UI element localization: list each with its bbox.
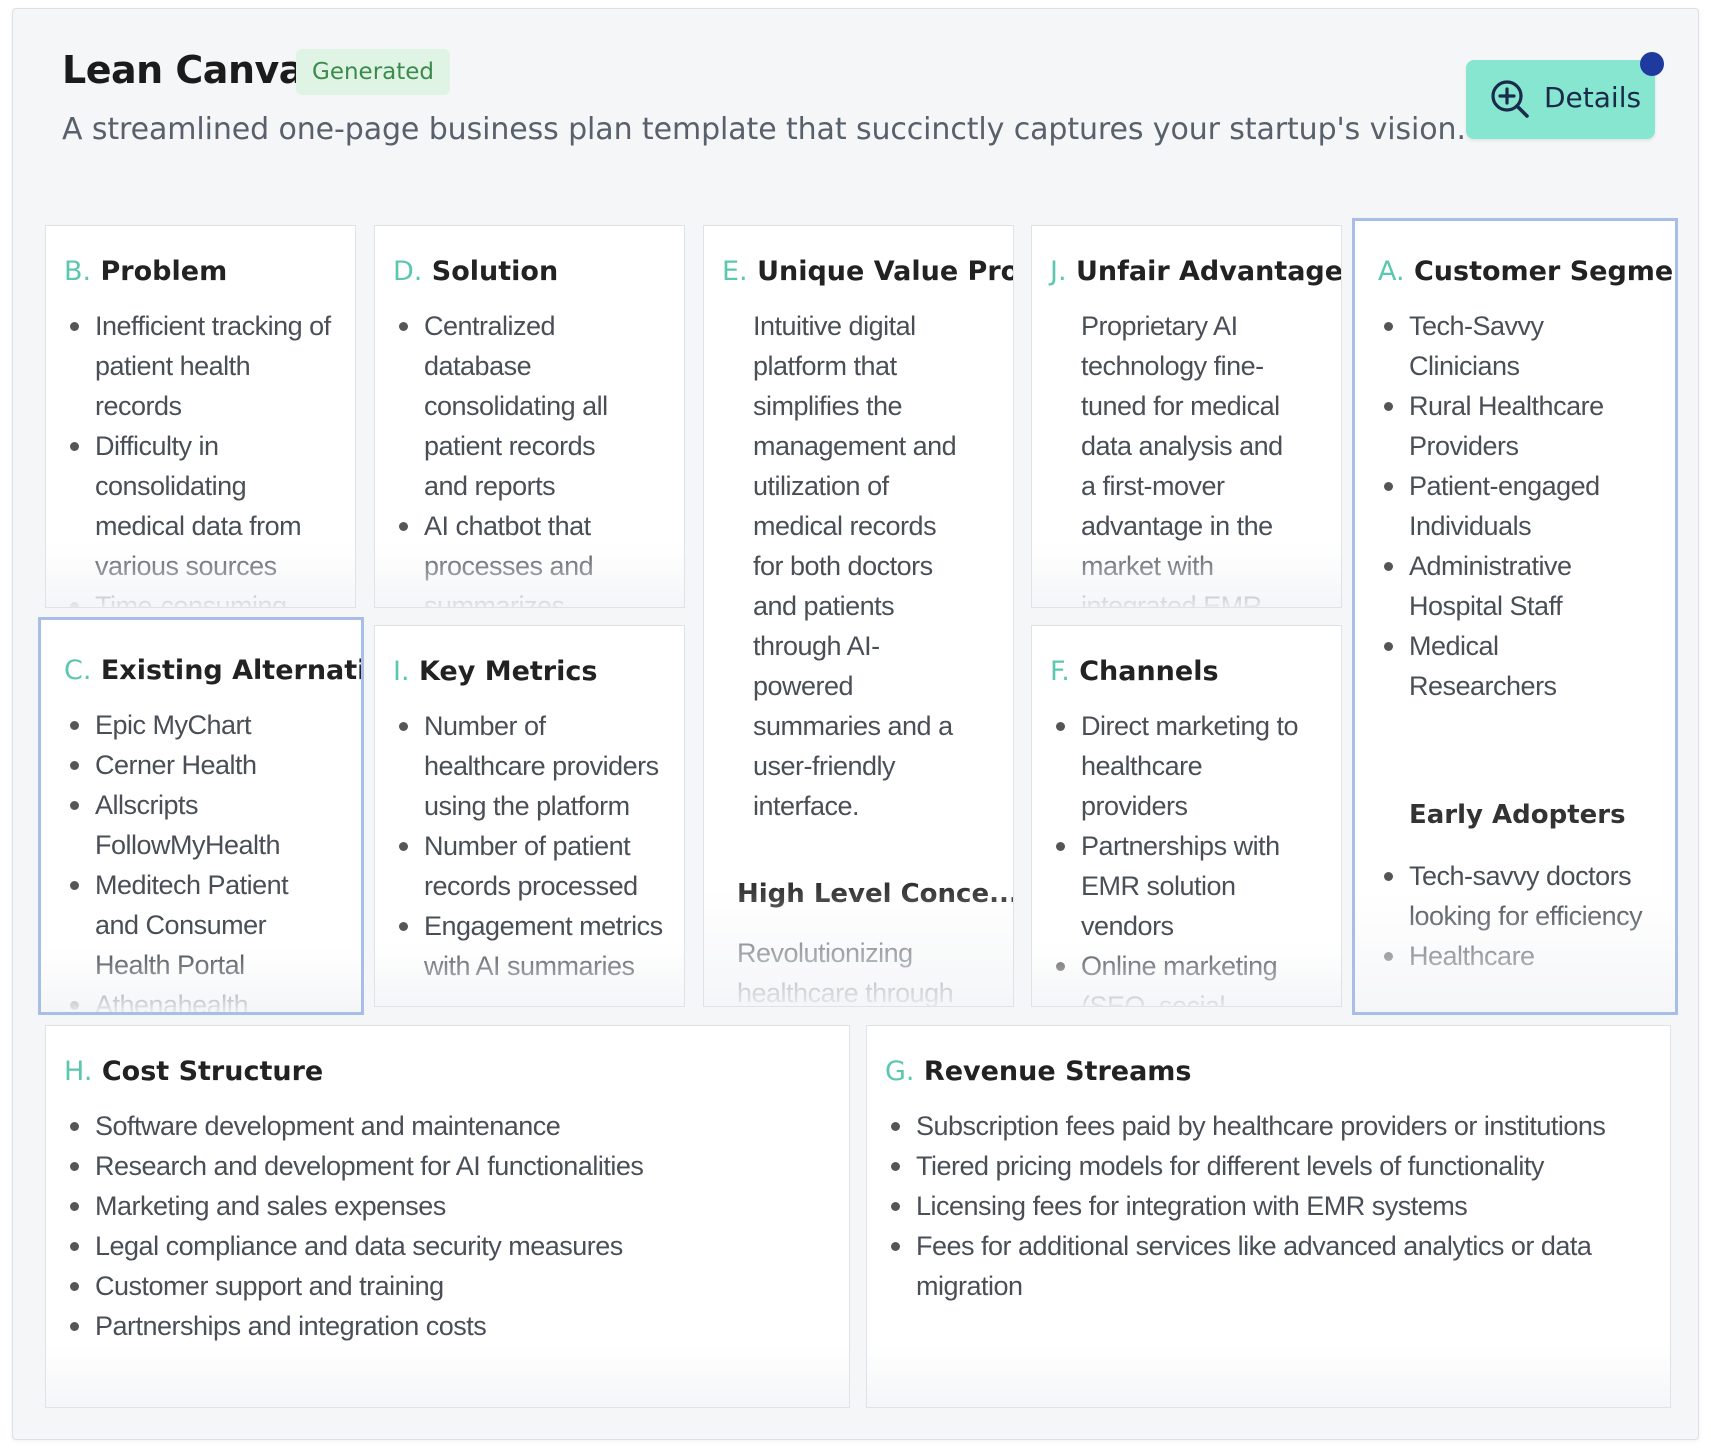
list-item: Cerner Health — [70, 745, 335, 785]
channels-list: Direct marketing to healthcare providers… — [1050, 706, 1301, 1006]
list-item: Allscripts FollowMyHealth — [70, 785, 335, 865]
list-item: Patient-engaged Individuals — [1384, 466, 1649, 546]
list-item: Number of patient records processed — [399, 826, 664, 906]
list-item: Online marketing (SEO, social media) — [1056, 946, 1301, 1006]
list-item: Tiered pricing models for different leve… — [891, 1146, 1616, 1186]
card-unique-value-prop[interactable]: E. Unique Value Prop. Intuitive digital … — [703, 225, 1014, 1007]
fade-overlay — [867, 1343, 1670, 1407]
alternatives-list: Epic MyChart Cerner Health Allscripts Fo… — [64, 705, 335, 1012]
list-item: Meditech Patient and Consumer Health Por… — [70, 865, 335, 985]
page-subtitle: A streamlined one-page business plan tem… — [62, 112, 1466, 147]
card-solution[interactable]: D. Solution Centralized database consoli… — [374, 225, 685, 608]
list-item: Centralized database consolidating all p… — [399, 306, 644, 506]
list-item: Administrative Hospital Staff — [1384, 546, 1649, 626]
list-item: Legal compliance and data security measu… — [70, 1226, 835, 1266]
card-channels[interactable]: F. Channels Direct marketing to healthca… — [1031, 625, 1342, 1007]
list-item: Time-consuming — [70, 586, 335, 607]
card-title: A. Customer Segme... — [1378, 256, 1678, 287]
list-item: Partnerships and integration costs — [70, 1306, 835, 1346]
page-title: Lean Canvas — [62, 48, 327, 92]
uvp-text: Intuitive digital platform that simplifi… — [753, 311, 957, 821]
list-item: Engagement metrics with AI summaries — [399, 906, 664, 986]
card-cost-structure[interactable]: H. Cost Structure Software development a… — [45, 1025, 850, 1408]
list-item: Research and development for AI function… — [70, 1146, 835, 1186]
card-existing-alternatives[interactable]: C. Existing Alternati... Epic MyChart Ce… — [38, 617, 364, 1015]
status-badge: Generated — [296, 49, 451, 95]
problem-list: Inefficient tracking of patient health r… — [64, 306, 335, 607]
high-level-concept-text: Revolutionizing healthcare through — [737, 938, 954, 1007]
card-title: D. Solution — [393, 256, 559, 287]
list-item: Difficulty in consolidating medical data… — [70, 426, 335, 586]
early-adopters-title: Early Adopters — [1409, 800, 1626, 830]
details-button-label: Details — [1544, 81, 1642, 114]
list-item: AI chatbot that processes and summarizes — [399, 506, 644, 607]
card-unfair-advantage[interactable]: J. Unfair Advantage Proprietary AI techn… — [1031, 225, 1342, 608]
list-item: Partnerships with EMR solution vendors — [1056, 826, 1301, 946]
list-item: Epic MyChart — [70, 705, 335, 745]
list-item: Tech-Savvy Clinicians — [1384, 306, 1649, 386]
cost-structure-list: Software development and maintenance Res… — [64, 1106, 835, 1346]
card-title: G. Revenue Streams — [885, 1056, 1192, 1087]
zoom-in-icon — [1491, 80, 1529, 118]
card-problem[interactable]: B. Problem Inefficient tracking of patie… — [45, 225, 356, 608]
early-adopters-list: Tech-savvy doctors looking for efficienc… — [1378, 856, 1654, 976]
card-key-metrics[interactable]: I. Key Metrics Number of healthcare prov… — [374, 625, 685, 1007]
key-metrics-list: Number of healthcare providers using the… — [393, 706, 664, 986]
list-item: Licensing fees for integration with EMR … — [891, 1186, 1616, 1226]
list-item: Rural Healthcare Providers — [1384, 386, 1649, 466]
card-title: I. Key Metrics — [393, 656, 598, 687]
list-item: Software development and maintenance — [70, 1106, 835, 1146]
list-item: Fees for additional services like advanc… — [891, 1226, 1616, 1306]
list-item: Number of healthcare providers using the… — [399, 706, 664, 826]
list-item: Customer support and training — [70, 1266, 835, 1306]
high-level-concept-title: High Level Conce... — [737, 879, 1014, 909]
card-title: J. Unfair Advantage — [1050, 256, 1342, 287]
solution-list: Centralized database consolidating all p… — [393, 306, 644, 607]
card-title: B. Problem — [64, 256, 228, 287]
list-item: Direct marketing to healthcare providers — [1056, 706, 1301, 826]
unfair-advantage-text: Proprietary AI technology fine-tuned for… — [1081, 311, 1283, 608]
list-item: Medical Researchers — [1384, 626, 1649, 706]
notification-dot — [1640, 52, 1664, 76]
list-item: Athenahealth — [70, 985, 335, 1012]
list-item: Healthcare — [1384, 936, 1654, 976]
card-title: H. Cost Structure — [64, 1056, 324, 1087]
list-item: Subscription fees paid by healthcare pro… — [891, 1106, 1616, 1146]
details-button[interactable]: Details — [1466, 60, 1655, 139]
card-revenue-streams[interactable]: G. Revenue Streams Subscription fees pai… — [866, 1025, 1671, 1408]
card-title: C. Existing Alternati... — [64, 655, 364, 686]
fade-overlay — [46, 1343, 849, 1407]
list-item: Inefficient tracking of patient health r… — [70, 306, 335, 426]
list-item: Marketing and sales expenses — [70, 1186, 835, 1226]
card-title: F. Channels — [1050, 656, 1219, 687]
list-item: Tech-savvy doctors looking for efficienc… — [1384, 856, 1654, 936]
customer-segments-list: Tech-Savvy Clinicians Rural Healthcare P… — [1378, 306, 1649, 706]
revenue-streams-list: Subscription fees paid by healthcare pro… — [885, 1106, 1616, 1306]
card-title: E. Unique Value Prop. — [722, 256, 1013, 287]
card-customer-segments[interactable]: A. Customer Segme... Tech-Savvy Clinicia… — [1352, 218, 1678, 1015]
